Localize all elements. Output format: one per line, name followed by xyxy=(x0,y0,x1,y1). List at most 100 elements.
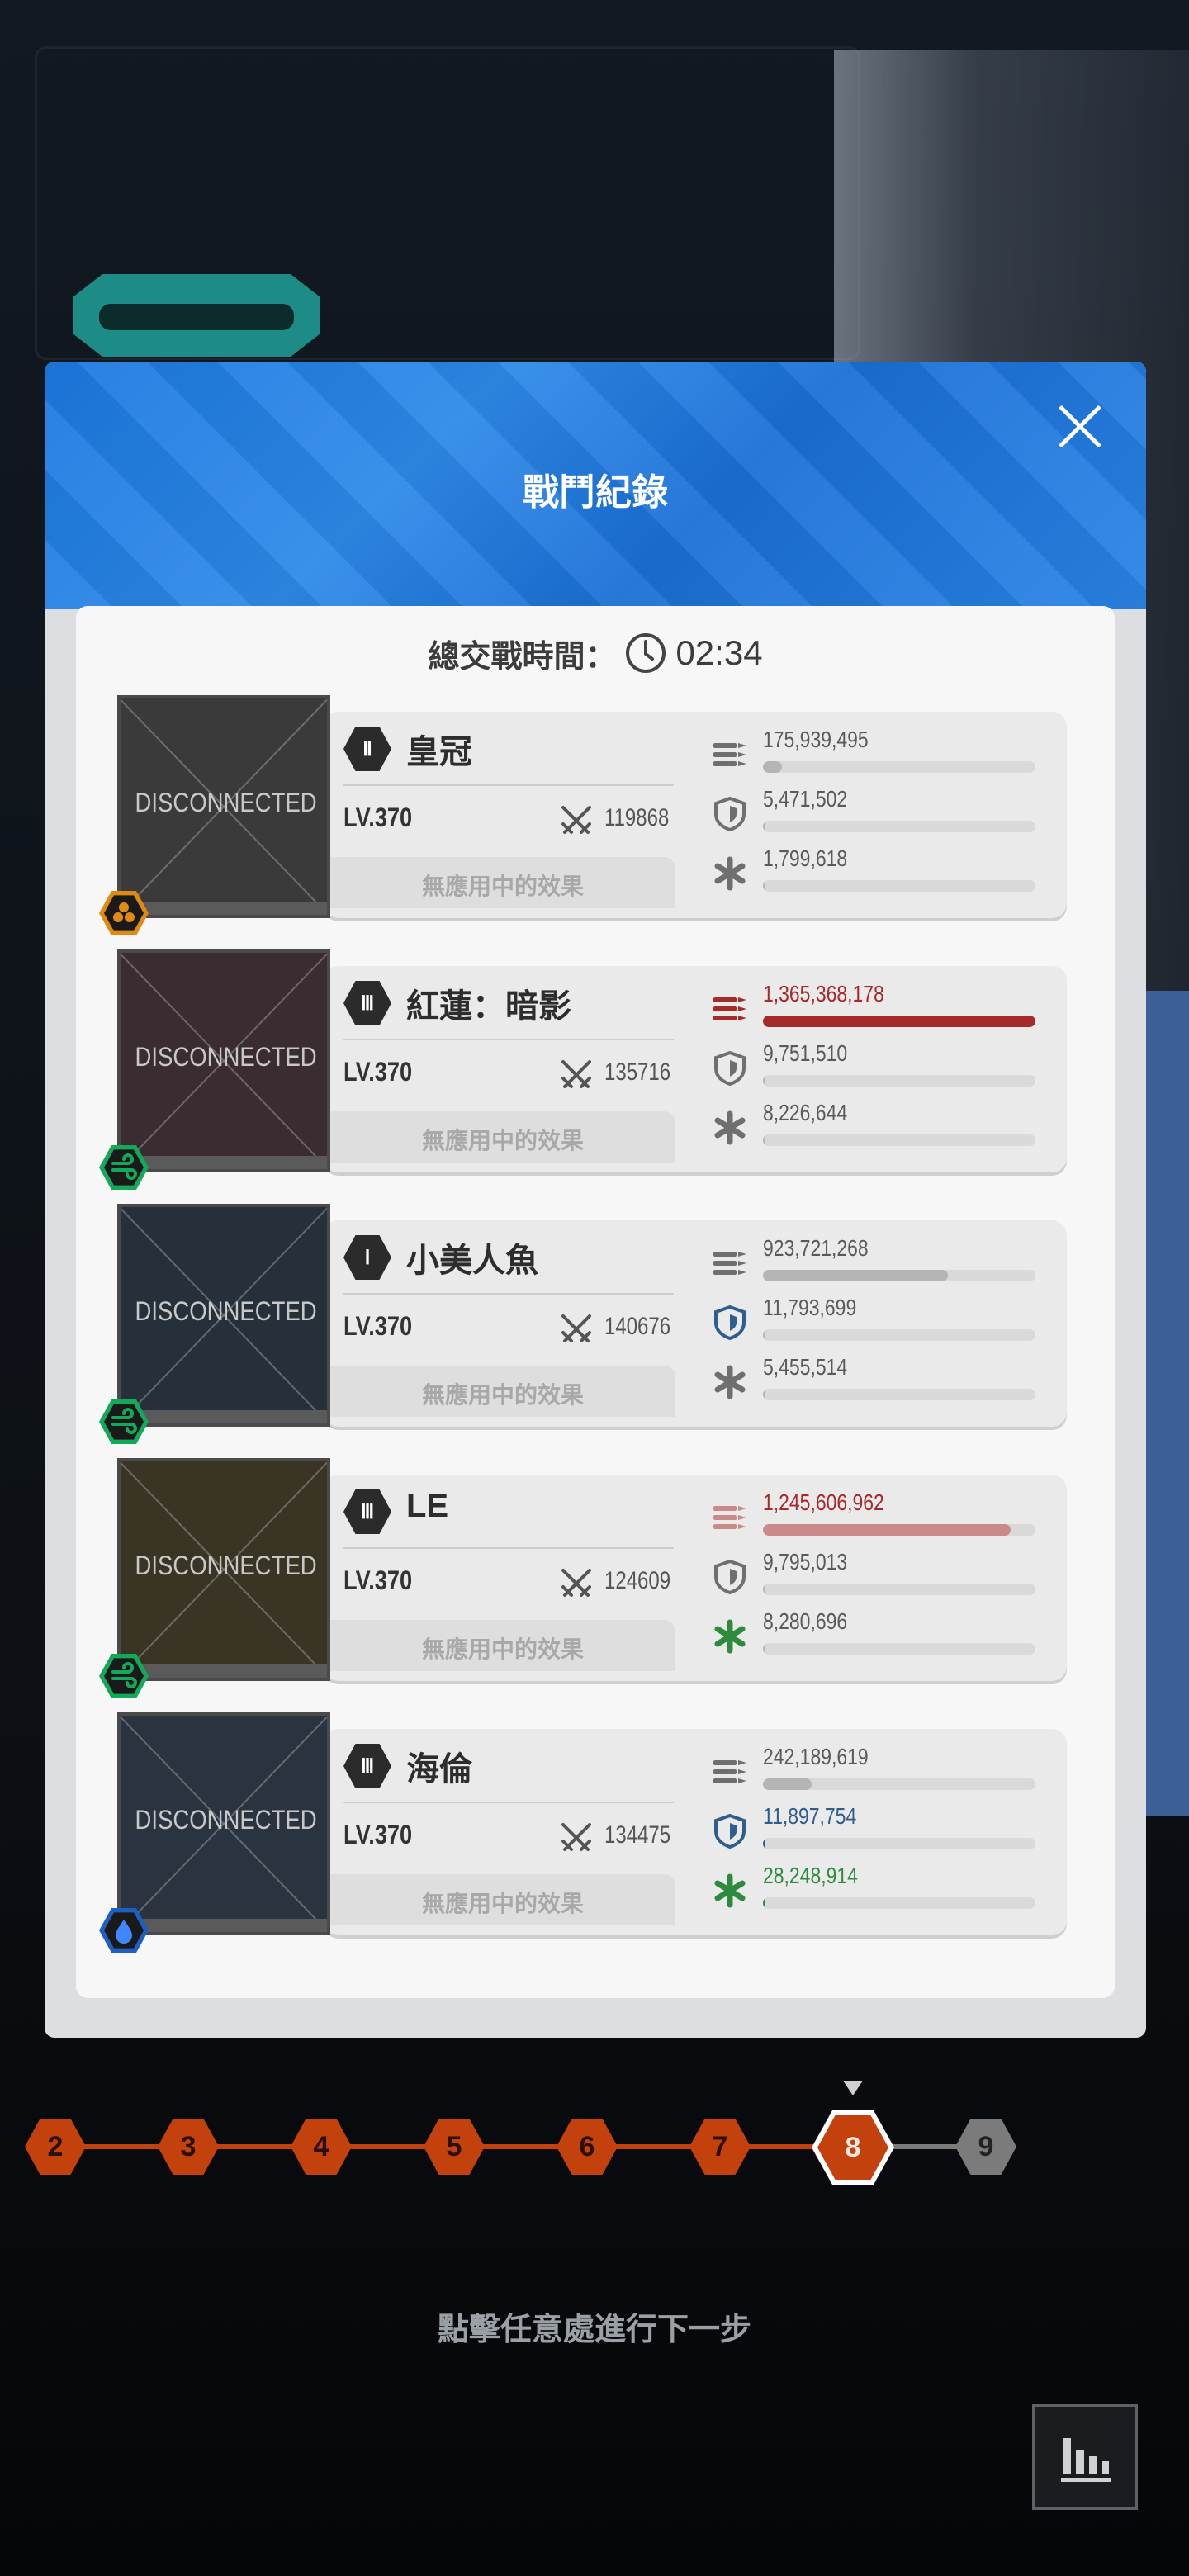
records-panel: 總交戰時間： 02:34 DISCONNECTED Ⅱ 皇冠 LV.370 11… xyxy=(76,606,1115,1998)
unit-portrait: DISCONNECTED xyxy=(117,1712,330,1935)
shield-value: 5,471,502 xyxy=(763,786,848,812)
damage-bar-fill xyxy=(763,1778,812,1790)
effect-text: 無應用中的效果 xyxy=(421,1128,584,1153)
stage-node: 3 xyxy=(158,2119,219,2175)
disconnected-label: DISCONNECTED xyxy=(135,1042,317,1072)
statistics-button[interactable] xyxy=(1032,2404,1138,2510)
stage-node: 9 xyxy=(955,2119,1016,2175)
damage-stat: 923,721,268 xyxy=(712,1235,1042,1293)
damage-bar xyxy=(763,1270,1035,1281)
combat-power: 119868 xyxy=(604,804,670,831)
damage-icon xyxy=(712,1245,748,1281)
heal-stat: 8,226,644 xyxy=(712,1100,1042,1158)
damage-stat: 242,189,619 xyxy=(712,1744,1042,1802)
shield-value: 11,897,754 xyxy=(763,1803,857,1829)
combat-power-icon xyxy=(558,1311,594,1347)
heal-stat: 28,248,914 xyxy=(712,1863,1042,1920)
close-button[interactable] xyxy=(1047,393,1113,459)
damage-value: 242,189,619 xyxy=(763,1744,869,1769)
shield-value: 9,795,013 xyxy=(763,1549,848,1574)
clock-icon xyxy=(624,632,667,675)
heal-value: 1,799,618 xyxy=(763,845,848,871)
heal-value: 28,248,914 xyxy=(763,1863,858,1888)
heal-bar xyxy=(763,1134,1035,1146)
damage-value: 923,721,268 xyxy=(763,1235,869,1261)
shield-bar xyxy=(763,1329,1035,1341)
heal-icon xyxy=(712,855,748,892)
combat-power-icon xyxy=(558,1565,594,1602)
damage-bar xyxy=(763,1524,1035,1536)
heal-bar xyxy=(763,1643,1035,1655)
shield-bar-fill xyxy=(763,1329,765,1341)
shield-bar-fill xyxy=(763,821,765,832)
damage-stat: 175,939,495 xyxy=(712,727,1042,784)
battle-record-modal: 戰鬥紀錄 總交戰時間： 02:34 DISCONNECTED Ⅱ 皇冠 LV.3… xyxy=(45,362,1146,2038)
total-time-label: 總交戰時間： xyxy=(428,639,617,675)
shield-icon xyxy=(712,1813,748,1849)
shield-stat: 11,793,699 xyxy=(712,1295,1042,1352)
heal-stat: 8,280,696 xyxy=(712,1608,1042,1666)
shield-stat: 9,795,013 xyxy=(712,1549,1042,1607)
effect-text: 無應用中的效果 xyxy=(421,1382,584,1408)
shield-stat: 9,751,510 xyxy=(712,1040,1042,1098)
heal-bar-fill xyxy=(763,880,765,892)
heal-bar xyxy=(763,1897,1035,1909)
damage-icon xyxy=(712,1754,748,1790)
unit-portrait: DISCONNECTED xyxy=(117,1458,330,1681)
effect-box: 無應用中的效果 xyxy=(330,1366,675,1417)
unit-level: LV.370 xyxy=(343,1565,413,1595)
heal-stat: 1,799,618 xyxy=(712,845,1042,903)
modal-title: 戰鬥紀錄 xyxy=(523,472,668,513)
heal-value: 8,226,644 xyxy=(763,1100,848,1125)
continue-hint[interactable]: 點擊任意處進行下一步 xyxy=(0,2304,1189,2349)
heal-icon xyxy=(712,1364,748,1400)
disconnected-label: DISCONNECTED xyxy=(135,788,317,817)
effect-text: 無應用中的效果 xyxy=(421,1891,584,1916)
unit-level: LV.370 xyxy=(343,1311,413,1341)
background-character xyxy=(1139,991,1189,1816)
heal-bar xyxy=(763,1389,1035,1400)
stage-node-current: 8 xyxy=(812,2110,894,2185)
damage-bar xyxy=(763,1778,1035,1790)
combat-power: 135716 xyxy=(604,1058,671,1086)
heal-icon xyxy=(712,1110,748,1146)
heal-bar-fill xyxy=(763,1389,765,1400)
combat-power: 134475 xyxy=(604,1821,671,1849)
effect-text: 無應用中的效果 xyxy=(421,874,584,899)
bar-chart-icon xyxy=(1061,2438,1111,2482)
combat-power: 140676 xyxy=(604,1313,671,1340)
current-stage-marker-icon xyxy=(843,2081,863,2095)
damage-bar-fill xyxy=(763,1270,949,1281)
stage-node: 4 xyxy=(291,2119,352,2175)
unit-name: LE xyxy=(406,1488,449,1524)
disconnected-label: DISCONNECTED xyxy=(135,1805,317,1835)
stage-node: 6 xyxy=(557,2119,618,2175)
unit-row: DISCONNECTED Ⅲ LE LV.370 124609 無應用中的效果 … xyxy=(99,1458,1075,1698)
damage-stat: 1,245,606,962 xyxy=(712,1489,1042,1547)
shield-bar-fill xyxy=(763,1075,765,1087)
combat-power-icon xyxy=(558,1057,594,1093)
shield-value: 11,793,699 xyxy=(763,1295,857,1320)
stage-node: 7 xyxy=(689,2119,751,2175)
stage-label: 8 xyxy=(817,2115,888,2180)
unit-name: 小美人魚 xyxy=(406,1243,538,1279)
heal-value: 8,280,696 xyxy=(763,1608,848,1634)
combat-power-icon xyxy=(558,803,594,839)
shield-bar xyxy=(763,1075,1035,1087)
shield-icon xyxy=(712,1305,748,1341)
damage-bar-fill xyxy=(763,1016,1035,1027)
modal-header: 戰鬥紀錄 xyxy=(45,362,1146,609)
heal-icon xyxy=(712,1873,748,1909)
damage-icon xyxy=(712,1499,748,1536)
unit-portrait: DISCONNECTED xyxy=(117,949,330,1172)
unit-portrait: DISCONNECTED xyxy=(117,1204,330,1427)
effect-text: 無應用中的效果 xyxy=(421,1636,584,1662)
unit-level: LV.370 xyxy=(343,1820,413,1849)
unit-name: 紅蓮：暗影 xyxy=(406,988,571,1025)
combat-power: 124609 xyxy=(604,1567,671,1594)
damage-bar xyxy=(763,1016,1035,1027)
damage-value: 1,245,606,962 xyxy=(763,1489,884,1515)
disconnected-label: DISCONNECTED xyxy=(135,1551,317,1580)
unit-row: DISCONNECTED Ⅰ 小美人魚 LV.370 140676 無應用中的效… xyxy=(99,1204,1075,1444)
shield-bar-fill xyxy=(763,1838,765,1849)
